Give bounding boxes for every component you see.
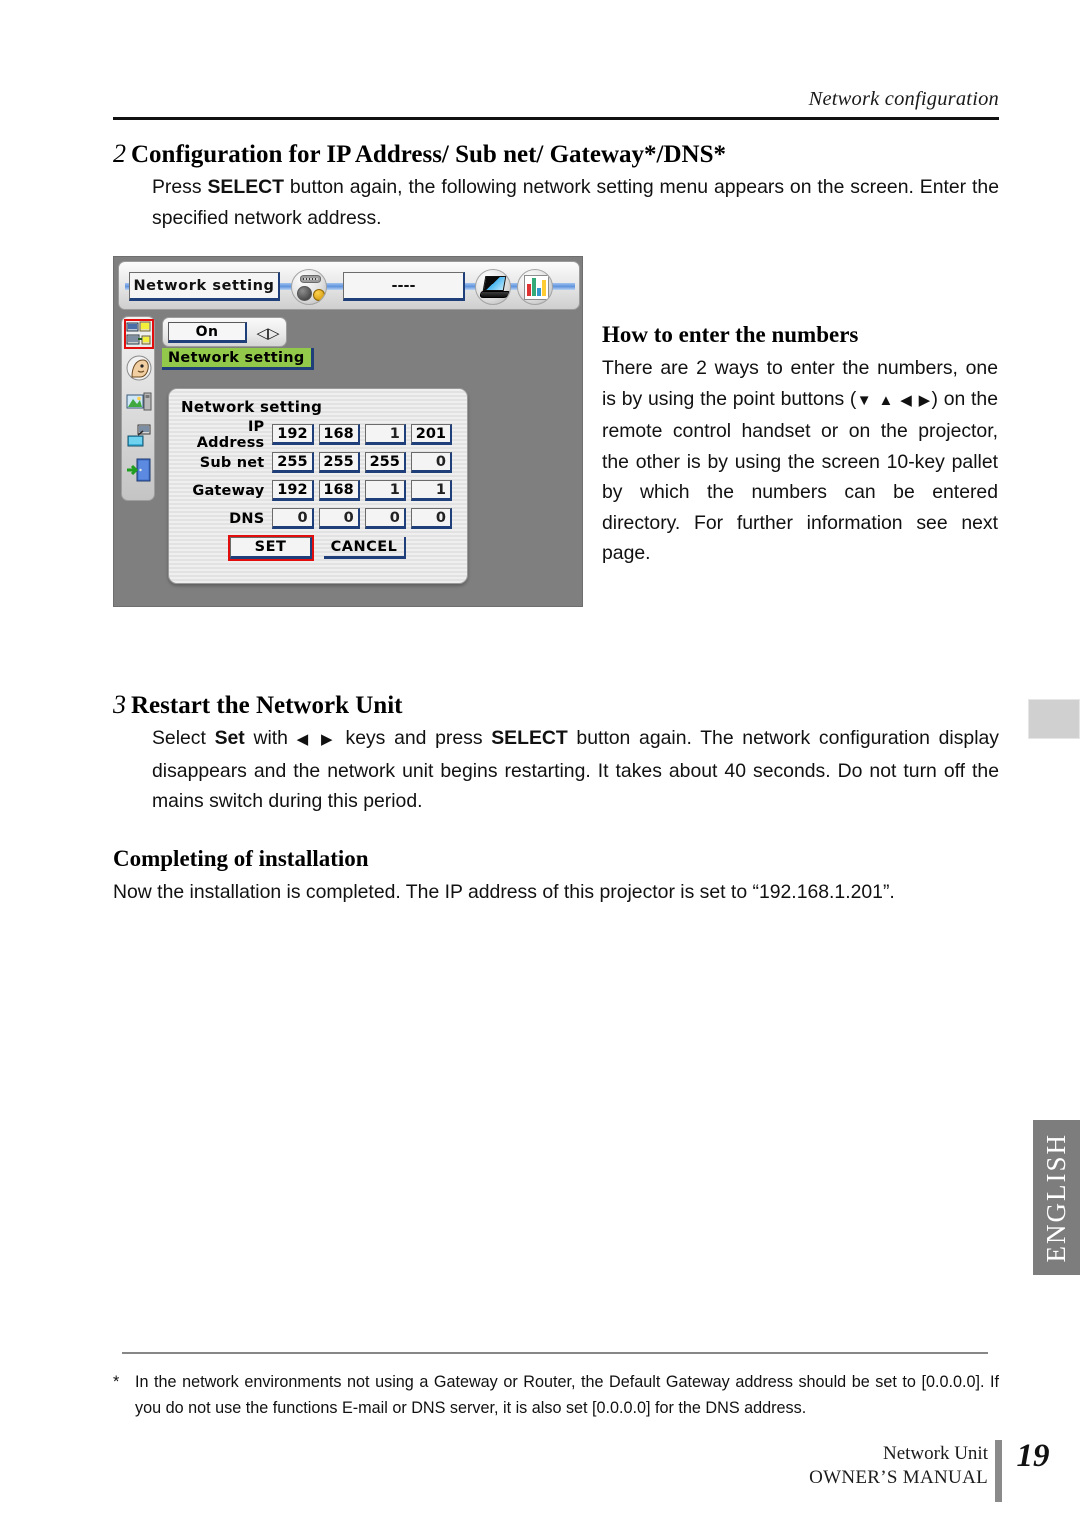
select-term: SELECT — [207, 176, 284, 198]
toolbar-status-field: ---- — [343, 272, 465, 301]
toolbar-title-field: Network setting — [129, 272, 280, 301]
color-bars-icon — [517, 269, 553, 305]
set-term: Set — [214, 727, 245, 749]
network-computers-icon[interactable] — [124, 319, 154, 349]
cancel-button[interactable]: CANCEL — [324, 537, 406, 559]
row-label-dns: DNS — [229, 510, 265, 527]
running-head: Network configuration — [808, 88, 999, 110]
table-row: Gateway 192 168 1 1 — [179, 478, 457, 503]
exit-door-icon[interactable] — [126, 457, 152, 483]
toggle-value: On — [168, 322, 247, 343]
figure-icon-rail — [121, 316, 155, 501]
table-row: Sub net 255 255 255 0 — [179, 450, 457, 475]
ip-octet-3[interactable]: 1 — [364, 424, 406, 445]
section-2-heading: 2 Configuration for IP Address/ Sub net/ … — [113, 139, 726, 169]
footer-divider-bar — [995, 1440, 1002, 1502]
header-rule — [113, 117, 999, 120]
footer-product-name: Network Unit — [882, 1443, 988, 1464]
section-marker-tab — [1028, 699, 1080, 739]
completing-heading: Completing of installation — [113, 846, 369, 871]
section-2-body: Press SELECT button again, the following… — [152, 176, 999, 229]
figure-toolbar: Network setting ---- — [118, 261, 580, 310]
highlighted-menu-label: Network setting — [162, 348, 314, 370]
subnet-octet-3[interactable]: 255 — [364, 452, 406, 473]
dialog-title: Network setting — [181, 398, 323, 416]
gateway-octet-2[interactable]: 168 — [318, 480, 360, 501]
footnote-rule — [122, 1352, 988, 1354]
dns-octet-4[interactable]: 0 — [410, 508, 453, 529]
dns-octet-2[interactable]: 0 — [318, 508, 360, 529]
how-to-body: There are 2 ways to enter the numbers, o… — [602, 357, 998, 564]
gateway-octet-4[interactable]: 1 — [410, 480, 453, 501]
laptop-icon — [475, 269, 511, 305]
set-button[interactable]: SET — [228, 535, 314, 561]
section-3-title: Restart the Network Unit — [131, 692, 403, 719]
subnet-octet-4[interactable]: 0 — [410, 452, 453, 473]
gateway-octet-1[interactable]: 192 — [272, 480, 314, 501]
subnet-octet-2[interactable]: 255 — [318, 452, 360, 473]
figure-menu-body: On ◁▷ Network setting Network setting IP… — [118, 314, 580, 604]
dns-octet-1[interactable]: 0 — [272, 508, 314, 529]
image-display-icon[interactable] — [126, 389, 152, 415]
section-3-body: Select Set with ◀ ▶ keys and press SELEC… — [152, 727, 999, 812]
footer-brand: Network Unit OWNER’S MANUAL — [809, 1443, 988, 1489]
footnote: * In the network environments not using … — [113, 1370, 999, 1421]
user-profile-icon[interactable] — [126, 355, 152, 381]
row-label-sub-net: Sub net — [199, 454, 265, 471]
section-2-title: Configuration for IP Address/ Sub net/ G… — [131, 141, 726, 168]
dns-octet-3[interactable]: 0 — [364, 508, 406, 529]
io-port-icon — [291, 269, 327, 305]
ip-octet-1[interactable]: 192 — [272, 424, 314, 445]
language-tab-english: ENGLISH — [1033, 1120, 1080, 1275]
section-2-number: 2 — [113, 139, 126, 168]
gateway-octet-3[interactable]: 1 — [364, 480, 406, 501]
network-enable-toggle[interactable]: On ◁▷ — [162, 317, 287, 347]
subnet-octet-1[interactable]: 255 — [272, 452, 314, 473]
table-row: DNS 0 0 0 0 — [179, 506, 457, 531]
footnote-marker: * — [113, 1373, 120, 1391]
how-to-heading: How to enter the numbers — [602, 322, 859, 347]
left-right-arrows-icon[interactable]: ◁▷ — [254, 323, 282, 343]
table-row: IP Address 192 168 1 201 — [179, 419, 457, 451]
ip-octet-2[interactable]: 168 — [318, 424, 360, 445]
row-label-gateway: Gateway — [192, 482, 265, 499]
select-term-2: SELECT — [491, 727, 568, 749]
section-3-number: 3 — [113, 690, 126, 719]
language-tab-label: ENGLISH — [1041, 1132, 1071, 1263]
footer-manual-name: OWNER’S MANUAL — [809, 1467, 988, 1488]
footnote-text: In the network environments not using a … — [135, 1373, 999, 1417]
page-number: 19 — [1016, 1438, 1050, 1474]
left-right-arrows-icon: ◀ ▶ — [296, 731, 337, 748]
point-button-arrows-icon: ▼ ▲ ◀ ▶ — [856, 391, 932, 409]
computer-link-icon[interactable] — [126, 423, 152, 449]
section-3-heading: 3 Restart the Network Unit — [113, 690, 402, 720]
network-setting-screenshot-figure: Network setting ---- On ◁▷ Network setti… — [113, 256, 583, 607]
row-label-ip-address: IP Address — [196, 418, 265, 451]
network-setting-dialog: Network setting IP Address 192 168 1 201… — [168, 388, 468, 584]
ip-octet-4[interactable]: 201 — [410, 424, 453, 445]
completing-body: Now the installation is completed. The I… — [113, 881, 895, 903]
dialog-buttons: SET CANCEL — [179, 535, 457, 561]
